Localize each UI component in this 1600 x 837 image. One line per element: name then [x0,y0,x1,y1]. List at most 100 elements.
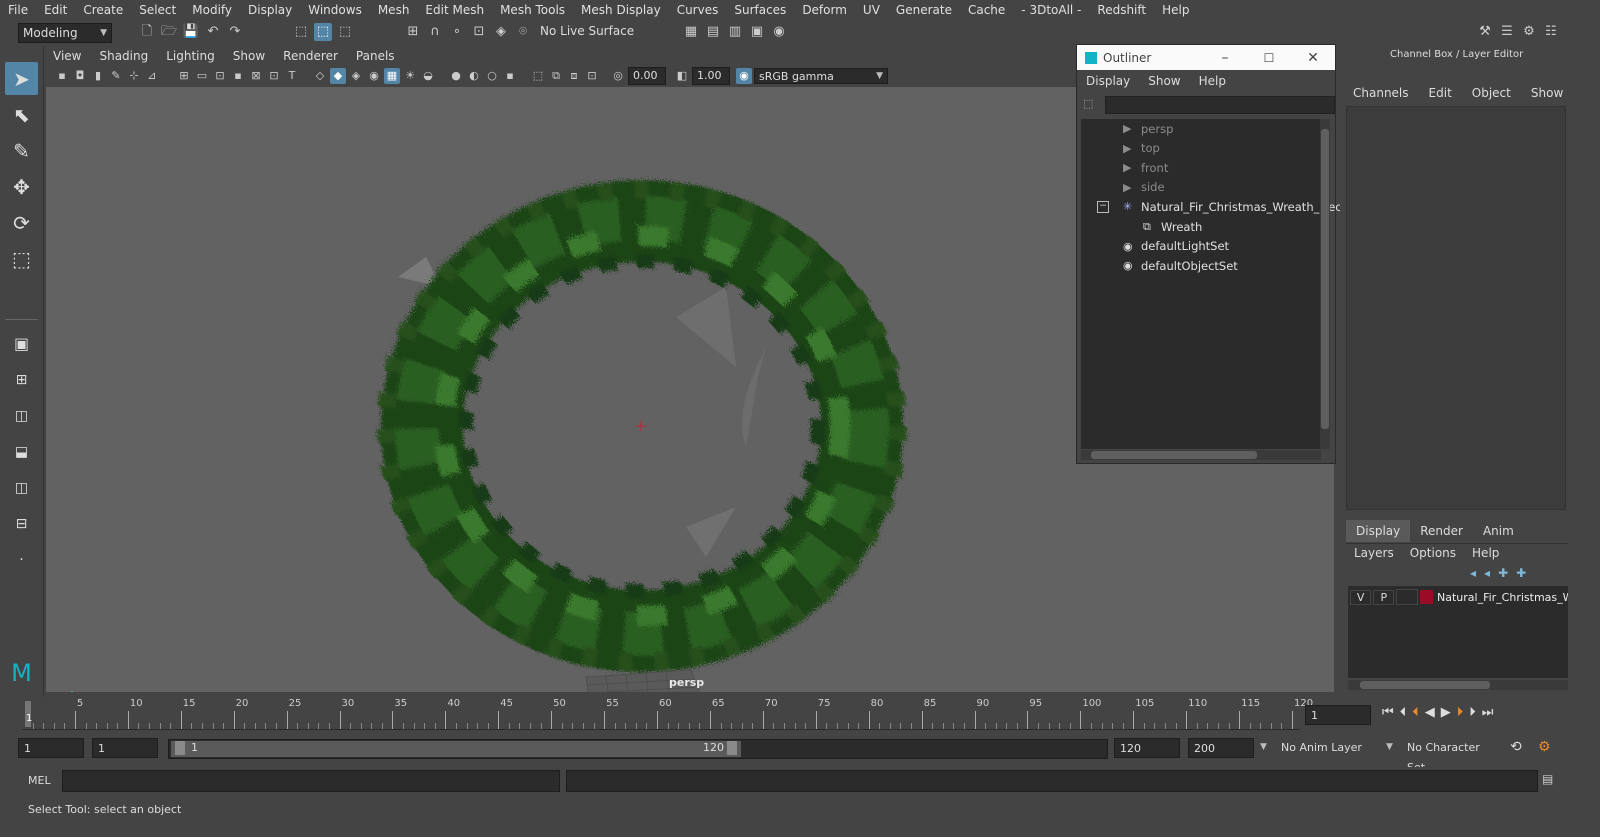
new-layer-selected-icon[interactable]: ✚ [1516,566,1526,580]
menu-edit-mesh[interactable]: Edit Mesh [417,3,492,17]
scrollbar-thumb[interactable] [1321,129,1329,429]
panel-menu-panels[interactable]: Panels [347,49,404,63]
field-chart-icon[interactable]: ⊠ [248,68,264,84]
lasso-tool-icon[interactable]: ⬉ [5,98,38,131]
anim-layer-dropdown[interactable]: No Anim Layer [1276,738,1394,758]
channel-box-menu-edit[interactable]: Edit [1416,86,1459,100]
channel-box-menu-channels[interactable]: Channels [1340,86,1416,100]
menu-mesh[interactable]: Mesh [370,3,418,17]
menu-generate[interactable]: Generate [888,3,960,17]
tab-render[interactable]: Render [1410,520,1473,542]
step-back-icon[interactable]: ⏴ [1400,705,1407,720]
safe-action-icon[interactable]: ⊡ [266,68,282,84]
exposure-icon[interactable]: ◎ [610,68,626,84]
redo-icon[interactable]: ↷ [226,23,244,41]
outliner-search-input[interactable] [1105,96,1335,114]
modeling-toolkit-icon[interactable]: ⚒ [1476,23,1494,41]
persp-outliner-layout-icon[interactable]: ◫ [5,471,38,504]
character-set-dropdown[interactable]: No Character Set [1402,738,1506,774]
live-surface-label[interactable]: No Live Surface [540,24,634,38]
menu-windows[interactable]: Windows [300,3,370,17]
save-scene-icon[interactable]: 💾 [182,23,200,41]
gamma-icon[interactable]: ◧ [674,68,690,84]
go-to-start-icon[interactable]: ⏮ [1382,705,1394,720]
panel-menu-show[interactable]: Show [224,49,274,63]
script-editor-icon[interactable]: ▤ [1542,772,1556,786]
step-forward-key-icon[interactable]: ⏵ [1457,705,1464,720]
visibility-toggle[interactable]: V [1350,589,1372,605]
menu-select[interactable]: Select [131,3,184,17]
layer-row[interactable]: V P Natural_Fir_Christmas_W [1348,588,1568,606]
smooth-shade-icon[interactable]: ◆ [330,68,346,84]
layer-menu-help[interactable]: Help [1464,544,1507,562]
layer-menu-options[interactable]: Options [1402,544,1464,562]
menu-surfaces[interactable]: Surfaces [726,3,794,17]
rotate-tool-icon[interactable]: ⟳ [5,206,38,239]
default-material-icon[interactable]: ◉ [366,68,382,84]
snap-curve-icon[interactable]: ∩ [426,23,444,41]
channel-box-menu-object[interactable]: Object [1459,86,1518,100]
resolution-gate-icon[interactable]: ⊡ [212,68,228,84]
tab-display[interactable]: Display [1346,520,1411,542]
channel-box-menu-show[interactable]: Show [1518,86,1570,100]
image-plane-icon[interactable]: ✎ [108,68,124,84]
film-gate-toggle-icon[interactable]: ▭ [194,68,210,84]
bookmark-icon[interactable]: ▮ [90,68,106,84]
play-forward-icon[interactable]: ▶ [1441,705,1451,720]
outliner-menu-display[interactable]: Display [1077,74,1139,88]
snap-view-icon[interactable]: ⊡ [470,23,488,41]
tab-anim[interactable]: Anim [1473,520,1524,542]
shadows-icon[interactable]: ◒ [420,68,436,84]
grid-toggle-icon[interactable]: ⊞ [176,68,192,84]
xray-joints-icon[interactable]: ⧈ [566,68,582,84]
auto-key-icon[interactable]: ⟲ [1510,739,1522,755]
menu-redshift[interactable]: Redshift [1089,3,1154,17]
outliner-menu-help[interactable]: Help [1190,74,1235,88]
snap-point-icon[interactable]: ∘ [448,23,466,41]
panel-menu-shading[interactable]: Shading [90,49,157,63]
menu-uv[interactable]: UV [855,3,888,17]
outliner-menu-show[interactable]: Show [1139,74,1189,88]
safe-title-icon[interactable]: T [284,68,300,84]
select-object-icon[interactable]: ⬚ [314,23,332,41]
render-settings-icon[interactable]: ▣ [748,23,766,41]
menu-mesh-display[interactable]: Mesh Display [573,3,669,17]
select-component-icon[interactable]: ⬚ [336,23,354,41]
attribute-editor-icon[interactable]: ☰ [1498,23,1516,41]
menu-curves[interactable]: Curves [669,3,727,17]
snap-surface-icon[interactable]: ◈ [492,23,510,41]
range-bar[interactable]: 1 120 [168,739,1108,759]
maximize-icon[interactable]: ☐ [1247,51,1291,65]
menu-cache[interactable]: Cache [960,3,1013,17]
move-tool-icon[interactable]: ✥ [5,170,38,203]
command-input[interactable] [62,770,560,792]
paint-select-tool-icon[interactable]: ✎ [5,134,38,167]
gamma-field[interactable]: 1.00 [692,67,730,85]
render-frame-icon[interactable]: ▤ [704,23,722,41]
isolate-select-icon[interactable]: ⬚ [530,68,546,84]
panel-menu-view[interactable]: View [44,49,90,63]
layer-color-swatch[interactable] [1419,590,1433,604]
playback-toggle[interactable]: P [1373,589,1395,605]
menu-modify[interactable]: Modify [184,3,240,17]
script-language-label[interactable]: MEL [28,774,51,787]
collapse-icon[interactable]: − [1097,200,1109,213]
grid-icon[interactable]: ⊹ [126,68,142,84]
layer-menu-layers[interactable]: Layers [1346,544,1402,562]
animation-preferences-icon[interactable]: ⚙ [1538,739,1551,755]
ipr-render-icon[interactable]: ▥ [726,23,744,41]
filter-icon[interactable]: ⬚ [1083,97,1097,111]
horizontal-scrollbar[interactable] [1348,680,1568,690]
two-view-layout-icon[interactable]: ◫ [5,399,38,432]
hypershade-icon[interactable]: ◉ [770,23,788,41]
xray-components-icon[interactable]: ⊡ [584,68,600,84]
new-scene-icon[interactable]: 🗋 [138,23,156,41]
exposure-field[interactable]: 0.00 [628,67,666,85]
depth-of-field-icon[interactable]: ▪ [502,68,518,84]
panel-menu-lighting[interactable]: Lighting [157,49,224,63]
minimize-icon[interactable]: – [1203,50,1247,66]
new-layer-icon[interactable]: ✚ [1498,566,1508,580]
scale-tool-icon[interactable]: ⬚ [5,242,38,275]
hypershade-layout-icon[interactable]: ⊟ [5,507,38,540]
menu-display[interactable]: Display [240,3,300,17]
